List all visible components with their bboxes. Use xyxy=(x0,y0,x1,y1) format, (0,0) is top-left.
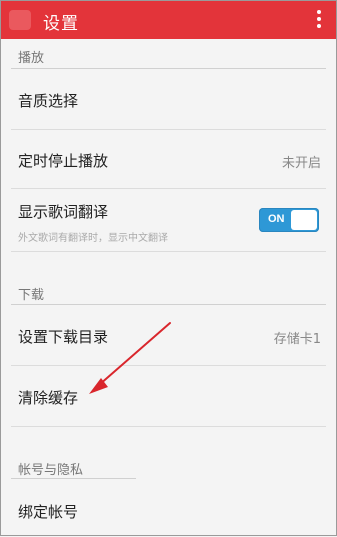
annotation-arrow-icon xyxy=(89,322,171,394)
